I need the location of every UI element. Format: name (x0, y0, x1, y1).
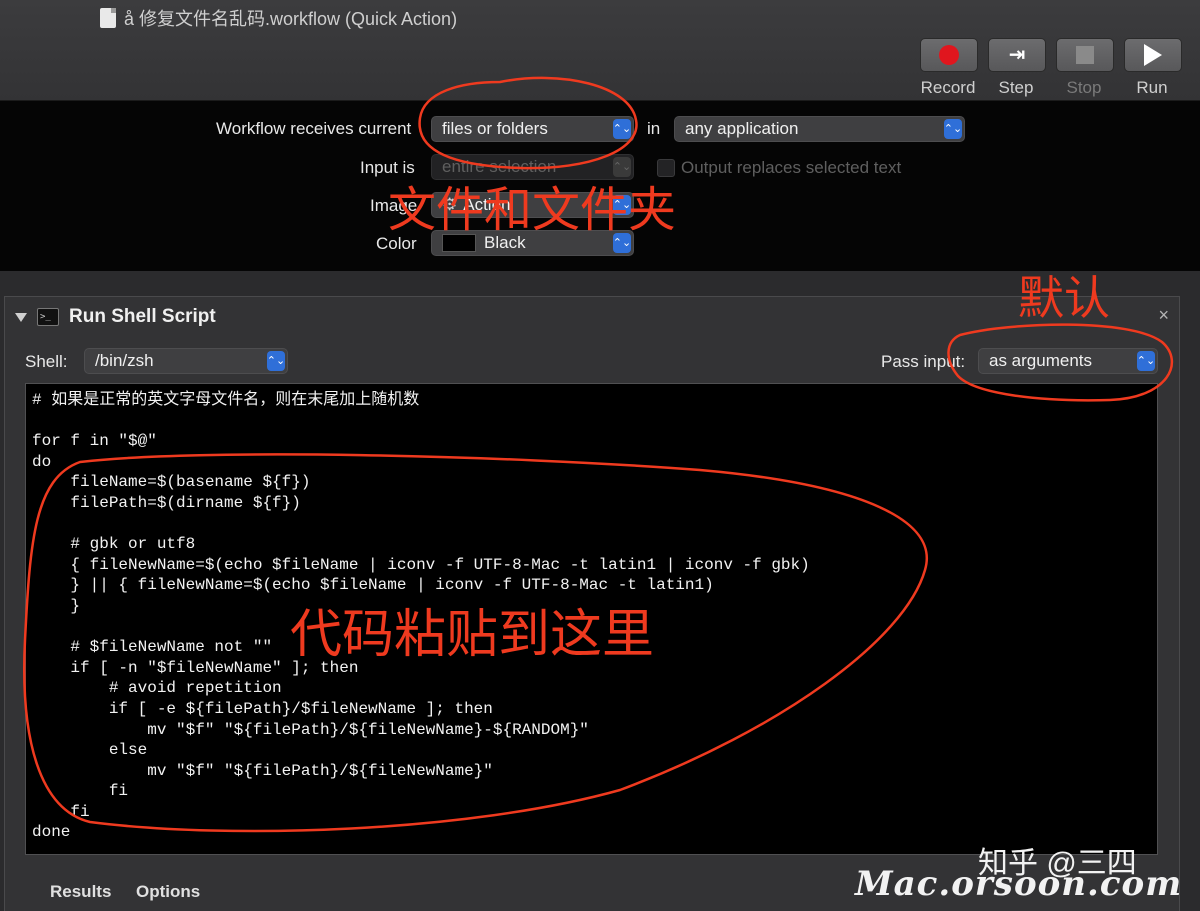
shell-value: /bin/zsh (95, 351, 154, 370)
code-line: fi (32, 782, 129, 801)
code-line: mv "$f" "${filePath}/${fileNewName}" (32, 761, 493, 780)
receives-value: files or folders (442, 119, 548, 138)
run-label: Run (1136, 78, 1168, 97)
record-label: Record (920, 78, 976, 97)
pass-input-label: Pass input: (881, 352, 966, 371)
annotation-default: 默认 (1018, 272, 1110, 324)
window-title-text: å 修复文件名乱码.workflow (Quick Action) (124, 9, 458, 29)
application-popup[interactable]: any application ⌃⌄ (674, 116, 965, 142)
run-button[interactable]: Run (1124, 38, 1182, 98)
play-icon (1144, 44, 1162, 66)
record-icon (939, 45, 959, 65)
terminal-icon: >_ (37, 308, 59, 326)
tab-results[interactable]: Results (50, 882, 111, 902)
code-line: # 如果是正常的英文字母文件名，则在末尾加上随机数 (32, 391, 420, 409)
close-icon[interactable]: × (1158, 305, 1169, 326)
in-label: in (647, 119, 661, 138)
stop-button[interactable]: Stop (1056, 38, 1114, 98)
code-line: else (32, 741, 148, 760)
action-header: >_ Run Shell Script (15, 305, 216, 329)
pass-input-value: as arguments (989, 351, 1092, 370)
popup-stepper-icon: ⌃⌄ (267, 351, 285, 371)
code-line: # avoid repetition (32, 679, 282, 698)
stop-icon (1076, 46, 1094, 64)
code-line: mv "$f" "${filePath}/${fileNewName}-${RA… (32, 720, 589, 739)
code-line: fi (32, 802, 90, 821)
output-replaces-label: Output replaces selected text (681, 158, 902, 177)
step-icon: ⇥ (1008, 44, 1026, 66)
receives-popup[interactable]: files or folders ⌃⌄ (431, 116, 634, 142)
popup-stepper-icon: ⌃⌄ (1137, 351, 1155, 371)
step-label: Step (998, 78, 1034, 97)
site-watermark: Mac.orsoon.com (855, 864, 1183, 904)
popup-stepper-icon: ⌃⌄ (944, 119, 962, 139)
code-line: # gbk or utf8 (32, 535, 196, 554)
pass-input-popup[interactable]: as arguments ⌃⌄ (978, 348, 1158, 374)
receives-label: Workflow receives current (216, 119, 412, 138)
code-line: { fileNewName=$(echo $fileName | iconv -… (32, 555, 810, 574)
application-value: any application (685, 119, 799, 138)
window-title: å 修复文件名乱码.workflow (Quick Action) (100, 6, 457, 30)
shell-label: Shell: (25, 352, 68, 371)
step-button[interactable]: ⇥ Step (988, 38, 1046, 98)
document-icon (100, 8, 116, 28)
record-button[interactable]: Record (920, 38, 978, 98)
disclosure-triangle-icon[interactable] (15, 312, 27, 322)
shell-popup[interactable]: /bin/zsh ⌃⌄ (84, 348, 288, 374)
code-line: fileName=$(basename ${f}) (32, 473, 311, 492)
code-line: for f in "$@" (32, 432, 157, 451)
window-titlebar: å 修复文件名乱码.workflow (Quick Action) Record… (0, 0, 1200, 101)
code-line: filePath=$(dirname ${f}) (32, 493, 301, 512)
stop-label: Stop (1066, 78, 1102, 97)
code-line: if [ -e ${filePath}/$fileNewName ]; then (32, 699, 493, 718)
popup-stepper-icon: ⌃⌄ (613, 119, 631, 139)
annotation-paste-code-here: 代码粘贴到这里 (290, 606, 655, 664)
action-title: Run Shell Script (69, 306, 216, 327)
tab-options[interactable]: Options (136, 882, 200, 902)
code-line: do (32, 452, 52, 471)
annotation-files-folders: 文件和文件夹 (388, 184, 677, 237)
